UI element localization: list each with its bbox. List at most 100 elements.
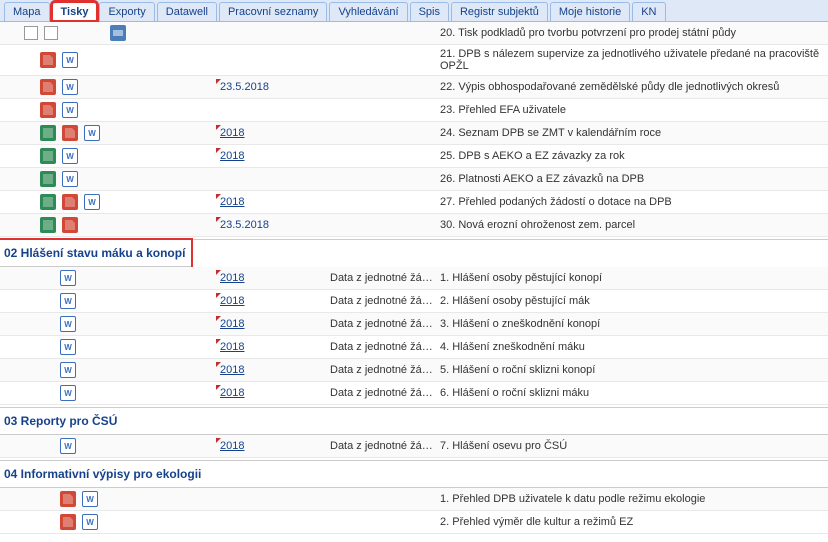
tab-spis[interactable]: Spis <box>410 2 449 21</box>
word-icon[interactable] <box>82 514 98 530</box>
pdf-icon[interactable] <box>62 217 78 233</box>
icon-group <box>0 270 220 286</box>
content-area: 20. Tisk podkladů pro tvorbu potvrzení p… <box>0 22 828 534</box>
table-row: 2018 Data z jednotné žá…1. Hlášení osoby … <box>0 267 828 290</box>
tab-moje-historie[interactable]: Moje historie <box>550 2 630 21</box>
year-link[interactable]: 2018 <box>220 295 244 307</box>
pdf-icon[interactable] <box>40 52 56 68</box>
word-icon[interactable] <box>60 293 76 309</box>
date-cell[interactable]: 2018 <box>220 150 330 162</box>
date-cell[interactable]: 2018 <box>220 341 330 353</box>
word-icon[interactable] <box>62 102 78 118</box>
date-cell[interactable]: 2018 <box>220 364 330 376</box>
source-cell: Data z jednotné žá… <box>330 387 440 399</box>
word-icon[interactable] <box>62 52 78 68</box>
word-icon[interactable] <box>60 339 76 355</box>
desc-cell: 27. Přehled podaných žádostí o dotace na… <box>440 196 828 208</box>
xls-icon[interactable] <box>40 171 56 187</box>
pdf-icon[interactable] <box>62 125 78 141</box>
date-cell[interactable]: 2018 <box>220 440 330 452</box>
section-04-header[interactable]: 04 Informativní výpisy pro ekologii <box>0 461 828 488</box>
word-icon[interactable] <box>60 385 76 401</box>
word-icon[interactable] <box>60 362 76 378</box>
desc-cell: 22. Výpis obhospodařované zemědělské půd… <box>440 81 828 93</box>
icon-group <box>0 293 220 309</box>
icon-group <box>0 148 220 164</box>
xls-icon[interactable] <box>40 217 56 233</box>
date-cell[interactable]: 2018 <box>220 196 330 208</box>
table-row: 21. DPB s nálezem supervize za jednotliv… <box>0 45 828 76</box>
table-row: 23.5.2018 22. Výpis obhospodařované země… <box>0 76 828 99</box>
word-icon[interactable] <box>62 148 78 164</box>
pdf-icon[interactable] <box>62 194 78 210</box>
tab-vyhledavani[interactable]: Vyhledávání <box>329 2 407 21</box>
desc-cell: 23. Přehled EFA uživatele <box>440 104 828 116</box>
icon-group <box>0 316 220 332</box>
icon-group <box>0 362 220 378</box>
word-icon[interactable] <box>62 79 78 95</box>
desc-cell: 1. Přehled DPB uživatele k datu podle re… <box>440 493 828 505</box>
xls-icon[interactable] <box>40 194 56 210</box>
tab-registr-subjektu[interactable]: Registr subjektů <box>451 2 548 21</box>
year-link[interactable]: 2018 <box>220 440 244 452</box>
word-icon[interactable] <box>62 171 78 187</box>
tab-datawell[interactable]: Datawell <box>157 2 217 21</box>
date-cell[interactable]: 2018 <box>220 127 330 139</box>
xls-icon[interactable] <box>40 148 56 164</box>
date-cell[interactable]: 2018 <box>220 318 330 330</box>
icon-group <box>0 125 220 141</box>
xls-icon[interactable] <box>40 125 56 141</box>
word-icon[interactable] <box>82 491 98 507</box>
desc-cell: 1. Hlášení osoby pěstující konopí <box>440 272 828 284</box>
tab-exporty[interactable]: Exporty <box>99 2 154 21</box>
date-cell[interactable]: 2018 <box>220 387 330 399</box>
desc-cell: 26. Platnosti AEKO a EZ závazků na DPB <box>440 173 828 185</box>
word-icon[interactable] <box>60 316 76 332</box>
word-icon[interactable] <box>84 194 100 210</box>
section-02-header[interactable]: 02 Hlášení stavu máku a konopí <box>0 240 191 267</box>
year-link[interactable]: 2018 <box>220 272 244 284</box>
date-cell[interactable]: 2018 <box>220 272 330 284</box>
tab-mapa[interactable]: Mapa <box>4 2 50 21</box>
year-link[interactable]: 2018 <box>220 387 244 399</box>
tab-kn[interactable]: KN <box>632 2 665 21</box>
desc-cell: 30. Nová erozní ohroženost zem. parcel <box>440 219 828 231</box>
icon-group <box>0 194 220 210</box>
date-cell[interactable]: 2018 <box>220 295 330 307</box>
date-cell: 23.5.2018 <box>220 81 330 93</box>
table-row: 2018 24. Seznam DPB se ZMT v kalendářním… <box>0 122 828 145</box>
tab-tisky[interactable]: Tisky <box>52 2 98 21</box>
source-cell: Data z jednotné žá… <box>330 318 440 330</box>
table-row: 23.5.2018 30. Nová erozní ohroženost zem… <box>0 214 828 237</box>
source-cell: Data z jednotné žá… <box>330 272 440 284</box>
year-link[interactable]: 2018 <box>220 364 244 376</box>
word-icon[interactable] <box>60 438 76 454</box>
icon-group <box>0 339 220 355</box>
table-row: 20. Tisk podkladů pro tvorbu potvrzení p… <box>0 22 828 45</box>
table-row: 2018Data z jednotné žá…6. Hlášení o ročn… <box>0 382 828 405</box>
table-row: 2018 27. Přehled podaných žádostí o dota… <box>0 191 828 214</box>
icon-group <box>0 385 220 401</box>
print-icon[interactable] <box>110 25 126 41</box>
year-link[interactable]: 2018 <box>220 341 244 353</box>
pdf-icon[interactable] <box>40 79 56 95</box>
section-03-header[interactable]: 03 Reporty pro ČSÚ <box>0 408 828 435</box>
desc-cell: 24. Seznam DPB se ZMT v kalendářním roce <box>440 127 828 139</box>
desc-cell: 25. DPB s AEKO a EZ závazky za rok <box>440 150 828 162</box>
year-link: 2018 <box>220 196 244 208</box>
table-row: 23. Přehled EFA uživatele <box>0 99 828 122</box>
placeholder-icon <box>44 26 58 40</box>
tab-bar: Mapa Tisky Exporty Datawell Pracovní sez… <box>0 0 828 22</box>
tab-pracovni-seznamy[interactable]: Pracovní seznamy <box>219 2 327 21</box>
pdf-icon[interactable] <box>40 102 56 118</box>
icon-group <box>0 491 220 507</box>
pdf-icon[interactable] <box>60 491 76 507</box>
source-cell: Data z jednotné žá… <box>330 295 440 307</box>
table-row: 2018Data z jednotné žá…2. Hlášení osoby … <box>0 290 828 313</box>
year-link[interactable]: 2018 <box>220 318 244 330</box>
word-icon[interactable] <box>84 125 100 141</box>
word-icon[interactable] <box>60 270 76 286</box>
table-row: 2018Data z jednotné žá…7. Hlášení osevu … <box>0 435 828 458</box>
pdf-icon[interactable] <box>60 514 76 530</box>
icon-group <box>0 514 220 530</box>
